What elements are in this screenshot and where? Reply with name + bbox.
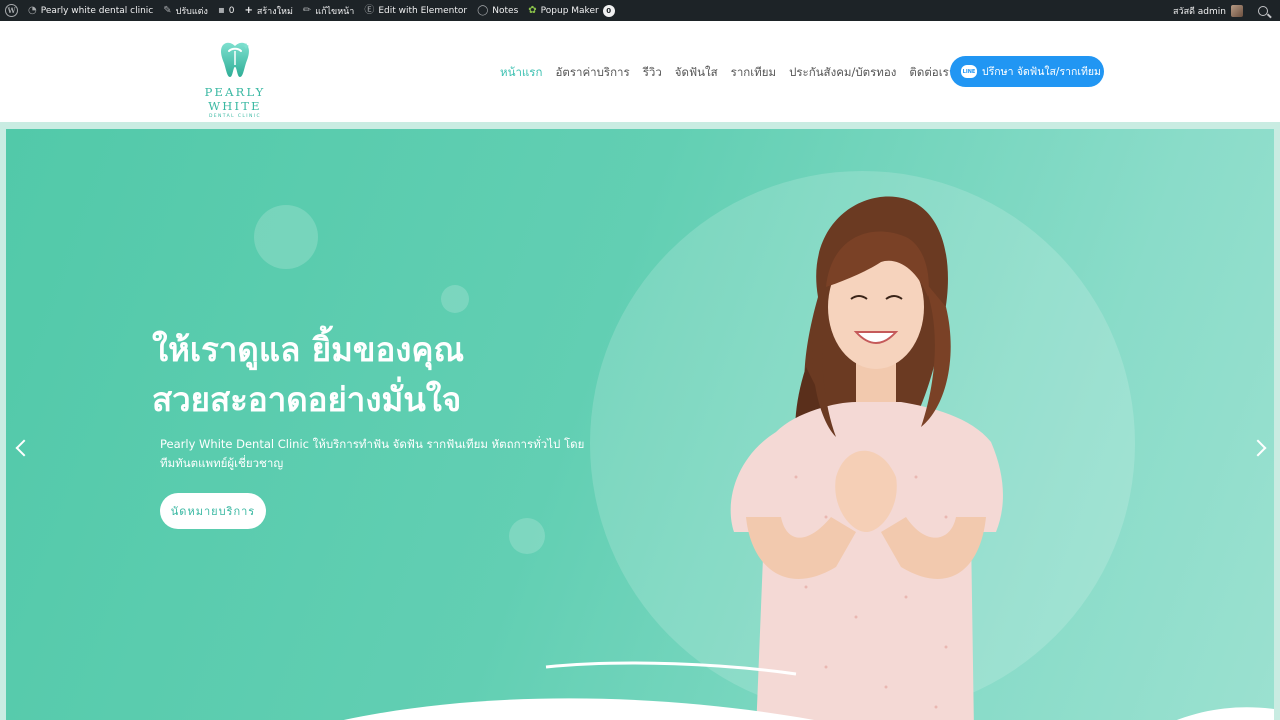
search-icon[interactable] <box>1258 5 1268 16</box>
slider-next-arrow-icon[interactable] <box>1249 439 1267 457</box>
new-content-menu[interactable]: + สร้างใหม่ <box>239 0 297 21</box>
edit-page-label: แก้ไขหน้า <box>315 6 355 17</box>
nav-item-reviews[interactable]: รีวิว <box>643 64 662 82</box>
avatar <box>1231 4 1243 17</box>
plus-icon: + <box>244 4 253 16</box>
customize-label: ปรับแต่ง <box>175 6 208 17</box>
popup-maker-menu[interactable]: ✿ Popup Maker 0 <box>523 0 619 21</box>
popup-count-badge: 0 <box>602 4 615 17</box>
site-header: PEARLY WHITE DENTAL CLINIC หน้าแรก อัตรา… <box>0 21 1280 122</box>
popup-maker-label: Popup Maker <box>540 5 599 16</box>
popup-maker-icon: ✿ <box>528 4 537 16</box>
line-consult-button[interactable]: LINE ปรึกษา จัดฟันใส/รากเทียม <box>950 56 1104 87</box>
hero-slider: ให้เราดูแล ยิ้มของคุณ สวยสะอาดอย่างมั่นใ… <box>0 122 1280 720</box>
nav-item-pricing[interactable]: อัตราค่าบริการ <box>555 64 629 82</box>
main-nav: หน้าแรก อัตราค่าบริการ รีวิว จัดฟันใส รา… <box>500 64 955 82</box>
hero-slide: ให้เราดูแล ยิ้มของคุณ สวยสะอาดอย่างมั่นใ… <box>6 129 1274 720</box>
nav-item-insurance[interactable]: ประกันสังคม/บัตรทอง <box>789 64 896 82</box>
greeting-label: สวัสดี admin <box>1173 6 1226 17</box>
new-content-label: สร้างใหม่ <box>256 6 293 17</box>
notes-link[interactable]: ◯ Notes <box>472 0 523 21</box>
edit-page-link[interactable]: ✏ แก้ไขหน้า <box>298 0 359 21</box>
decorative-bubble <box>441 285 469 313</box>
hero-headline: ให้เราดูแล ยิ้มของคุณ สวยสะอาดอย่างมั่นใ… <box>152 325 464 425</box>
hero-headline-line-1: ให้เราดูแล ยิ้มของคุณ <box>152 330 465 369</box>
smiling-woman-image <box>730 196 1003 720</box>
nav-item-implants[interactable]: รากเทียม <box>731 64 776 82</box>
brush-icon: ✎ <box>163 4 172 16</box>
account-menu[interactable]: สวัสดี admin <box>1168 0 1248 21</box>
site-name-link[interactable]: ◔ Pearly white dental clinic <box>23 0 158 21</box>
dashboard-icon: ◔ <box>28 4 37 16</box>
comments-link[interactable]: ▪ 0 <box>213 0 240 21</box>
wp-logo-menu[interactable]: W <box>0 0 23 21</box>
line-consult-label: ปรึกษา จัดฟันใส/รากเทียม <box>982 66 1101 78</box>
decorative-bubble <box>509 518 545 554</box>
logo-name: PEARLY WHITE <box>204 85 266 113</box>
comments-count: 0 <box>228 5 235 16</box>
line-icon: LINE <box>961 65 977 78</box>
decorative-wave <box>343 661 1274 720</box>
elementor-label: Edit with Elementor <box>378 5 468 16</box>
nav-item-home[interactable]: หน้าแรก <box>500 64 542 82</box>
elementor-icon: Ⓔ <box>364 4 375 16</box>
hero-description: Pearly White Dental Clinic ให้บริการทำฟั… <box>160 437 585 470</box>
customize-link[interactable]: ✎ ปรับแต่ง <box>158 0 213 21</box>
wp-admin-bar: W ◔ Pearly white dental clinic ✎ ปรับแต่… <box>0 0 1280 21</box>
site-logo[interactable]: PEARLY WHITE DENTAL CLINIC <box>180 39 290 119</box>
notes-label: Notes <box>492 5 519 16</box>
book-appointment-button[interactable]: นัดหมายบริการ <box>160 493 266 529</box>
decorative-bubble <box>254 205 318 269</box>
tooth-logo-icon <box>221 42 249 77</box>
slider-prev-arrow-icon[interactable] <box>15 439 33 457</box>
pencil-icon: ✏ <box>302 4 312 16</box>
comment-icon: ▪ <box>217 4 225 16</box>
hero-headline-line-2: สวยสะอาดอย่างมั่นใจ <box>152 380 462 419</box>
elementor-link[interactable]: Ⓔ Edit with Elementor <box>359 0 472 21</box>
wordpress-icon: W <box>5 4 18 17</box>
logo-subtitle: DENTAL CLINIC <box>208 114 262 119</box>
site-name-label: Pearly white dental clinic <box>40 5 154 16</box>
nav-item-contact[interactable]: ติดต่อเรา <box>909 64 955 82</box>
speech-bubble-icon: ◯ <box>477 4 489 16</box>
nav-item-clear-aligners[interactable]: จัดฟันใส <box>675 64 718 82</box>
